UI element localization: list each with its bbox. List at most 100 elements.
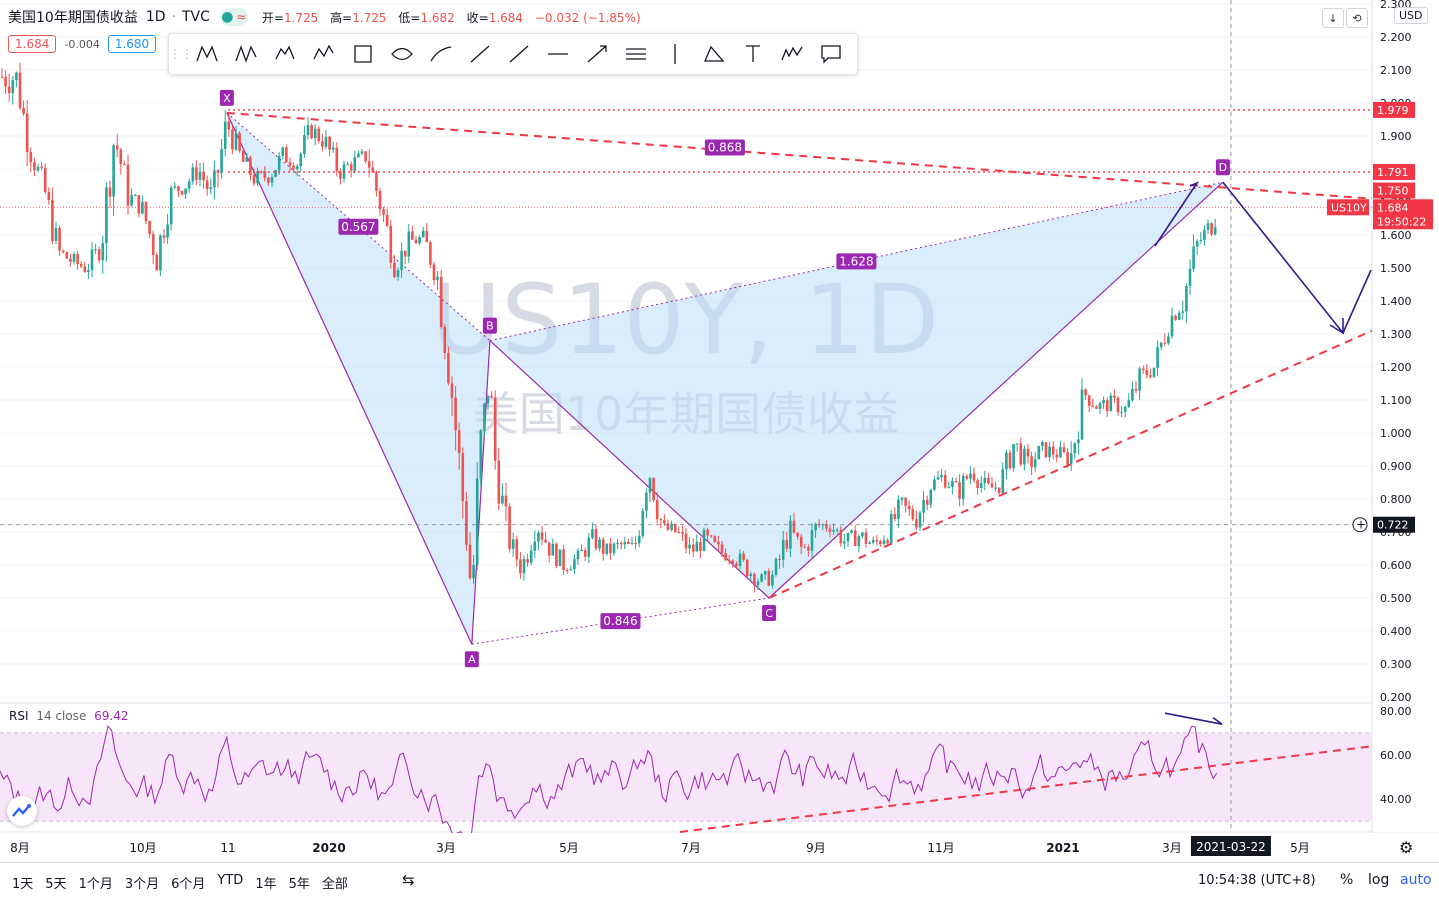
callout-tool-button[interactable] (811, 35, 850, 73)
candle-body (90, 249, 94, 271)
sell-button[interactable]: 1.684 (8, 35, 57, 53)
ratio-label: 0.846 (603, 614, 637, 628)
text-icon-shape (745, 45, 760, 62)
clock[interactable]: 10:54:38 (UTC+8) (1198, 873, 1316, 888)
candle-body (565, 570, 569, 572)
candle-body (378, 190, 382, 210)
candle-body (699, 541, 702, 551)
candle-body (1055, 454, 1059, 458)
log-toggle[interactable]: log (1368, 872, 1389, 888)
candle-body (133, 195, 137, 197)
candle-body (11, 80, 15, 94)
period-button[interactable]: 1年 (255, 873, 276, 892)
candle-body (1095, 406, 1098, 409)
candle-body (227, 121, 231, 130)
period-button[interactable]: 1个月 (79, 873, 113, 892)
ellipse-tool-button[interactable] (382, 35, 421, 73)
percent-toggle[interactable]: % (1340, 872, 1353, 888)
candle-body (1066, 452, 1069, 465)
horizontal-line-tool-button[interactable] (538, 35, 577, 73)
period-button[interactable]: 1天 (12, 873, 33, 892)
candle-body (97, 249, 101, 261)
elliott-wave-tool-button[interactable] (772, 35, 811, 73)
rsi-legend[interactable]: RSI 14 close 69.42 (9, 709, 129, 723)
candle-body (393, 262, 396, 277)
candle-body (295, 166, 299, 170)
candle-body (360, 151, 364, 154)
candle-body (709, 535, 713, 537)
rsi-tick: 40.00 (1380, 793, 1412, 806)
currency-badge[interactable]: USD (1394, 7, 1428, 24)
trend-line-tool-button[interactable] (460, 35, 499, 73)
candle-body (655, 500, 659, 520)
text-tool-button[interactable] (733, 35, 772, 73)
tradingview-logo[interactable] (7, 796, 37, 826)
candle-body (1174, 315, 1177, 320)
period-button[interactable]: YTD (217, 873, 243, 892)
drag-handle-icon[interactable]: ⋮⋮ (169, 47, 193, 61)
chart-canvas[interactable]: US10Y, 1D美国10年期国债收益 XABCD0.5670.8681.628… (0, 0, 1439, 862)
parallel-channel-tool-button[interactable] (616, 35, 655, 73)
fullscreen-button[interactable]: ⟲ (1346, 8, 1368, 28)
candle-body (497, 460, 501, 504)
compare-icon[interactable]: ⇆ (402, 871, 415, 889)
spread-value: -0.004 (64, 37, 100, 51)
pattern-point-label: A (468, 653, 476, 666)
period-button[interactable]: 6个月 (171, 873, 205, 892)
period-button[interactable]: 5年 (289, 873, 310, 892)
price-tick: 2.200 (1380, 31, 1412, 44)
fullscreen-icon: ⟲ (1352, 11, 1362, 25)
rectangle-tool-button[interactable] (343, 35, 382, 73)
candle-body (263, 171, 267, 178)
market-status-badge[interactable]: ● ≈ (219, 8, 248, 26)
head-shoulders-tool-button[interactable] (265, 35, 304, 73)
candle-body (612, 543, 616, 554)
abcd-pattern-tool-button[interactable] (304, 35, 343, 73)
candle-body (951, 481, 954, 487)
xabcd-pattern-tool-button[interactable] (187, 35, 226, 73)
candle-body (0, 76, 4, 78)
buy-button[interactable]: 1.680 (107, 35, 157, 53)
candle-body (382, 209, 385, 215)
fib-retracement-tool-button[interactable] (694, 35, 733, 73)
candle-body (695, 541, 699, 552)
symbol-title[interactable]: 美国10年期国债收益 (8, 7, 138, 27)
symbol-price-tag: US10Y (1331, 201, 1367, 214)
candle-body (609, 543, 612, 554)
candle-body (969, 473, 972, 479)
settings-gear-icon: ⚙ (1399, 838, 1413, 857)
candle-body (54, 228, 58, 241)
candle-body (184, 188, 187, 195)
candle-body (796, 532, 799, 537)
period-button[interactable]: 3个月 (125, 873, 159, 892)
candle-body (18, 72, 22, 108)
candle-body (151, 233, 155, 255)
candle-body (864, 532, 868, 544)
path-icon-shape (429, 46, 451, 62)
candle-body (580, 550, 583, 552)
period-button[interactable]: 全部 (322, 873, 348, 892)
vertical-line-tool-button[interactable] (655, 35, 694, 73)
candle-body (1199, 239, 1203, 242)
candle-body (1159, 342, 1163, 348)
price-tick: 0.400 (1380, 625, 1412, 638)
time-tick: 10月 (129, 841, 156, 855)
candle-body (65, 252, 69, 259)
candle-body (29, 152, 33, 163)
candle-body (432, 264, 436, 281)
ray-tool-button[interactable] (499, 35, 538, 73)
candle-body (1177, 312, 1181, 320)
candle-body (1123, 406, 1127, 412)
candle-body (1059, 447, 1062, 458)
candle-body (1113, 395, 1116, 398)
auto-toggle[interactable]: auto (1400, 872, 1432, 888)
interval-label[interactable]: 1D (146, 9, 166, 25)
cypher-pattern-tool-button[interactable] (226, 35, 265, 73)
period-button[interactable]: 5天 (45, 873, 66, 892)
download-button[interactable]: ↓ (1322, 8, 1344, 28)
candle-body (745, 559, 749, 577)
path-tool-button[interactable] (421, 35, 460, 73)
candle-body (1030, 456, 1033, 468)
open-value: 1.725 (283, 10, 319, 25)
arrow-line-tool-button[interactable] (577, 35, 616, 73)
